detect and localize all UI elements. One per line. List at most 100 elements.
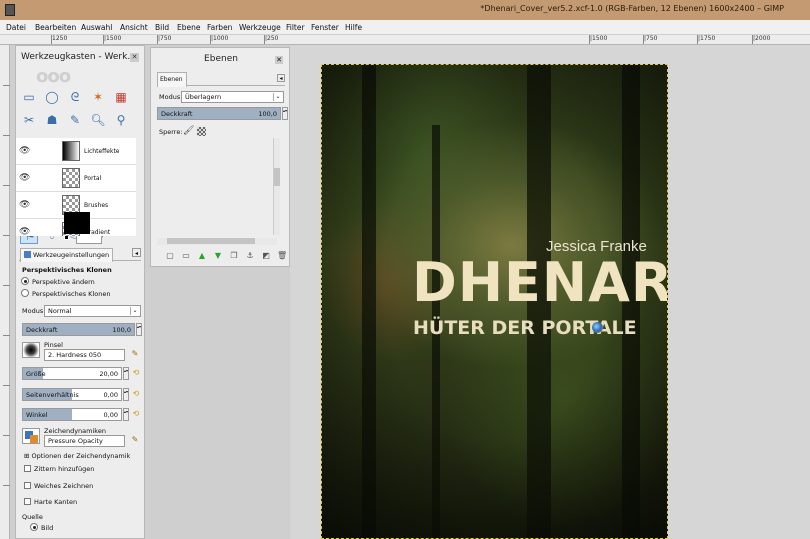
- angle-value: 0,00: [103, 411, 118, 419]
- brush-field[interactable]: 2. Hardness 050: [44, 349, 125, 361]
- brush-preview[interactable]: [22, 342, 40, 358]
- book-cover-canvas[interactable]: Jessica Franke DHENARI HÜTER DER PORTALE: [321, 64, 668, 539]
- paths-icon: ✎: [69, 113, 81, 127]
- menu-filter[interactable]: Filter: [286, 23, 305, 32]
- tab-menu-icon[interactable]: ◂: [132, 248, 141, 257]
- eye-icon[interactable]: 👁︎: [19, 227, 31, 236]
- foreground-color-swatch[interactable]: [64, 212, 90, 234]
- ruler-label: |750: [158, 35, 172, 42]
- reset-angle-icon[interactable]: ⟲: [131, 409, 141, 419]
- layer-opacity-slider[interactable]: Deckkraft 100,0: [157, 107, 281, 120]
- scissors-tool[interactable]: ✂: [20, 111, 38, 129]
- color-picker-tool[interactable]: 🔍︎: [89, 111, 107, 129]
- size-slider[interactable]: Größe 20,00: [22, 367, 122, 380]
- dynamics-value: Pressure Opacity: [48, 437, 103, 445]
- anchor-layer-icon[interactable]: ⚓: [245, 251, 255, 261]
- mode-label: Modus:: [22, 307, 46, 315]
- radio-perspective-clone[interactable]: Perspektivisches Klonen: [21, 289, 110, 298]
- tab-layers[interactable]: Ebenen: [157, 72, 187, 87]
- menu-bearbeiten[interactable]: Bearbeiten: [35, 23, 76, 32]
- layers-vertical-scrollbar[interactable]: [273, 138, 280, 235]
- layer-opacity-spinner[interactable]: ▴▾: [282, 107, 288, 120]
- ruler-label: |1000: [211, 35, 229, 42]
- tab-tool-options[interactable]: Werkzeugeinstellungen: [20, 248, 114, 262]
- angle-slider[interactable]: Winkel 0,00: [22, 408, 122, 421]
- radio-source-image[interactable]: Bild: [30, 523, 53, 532]
- menu-fenster[interactable]: Fenster: [311, 23, 339, 32]
- opacity-value: 100,0: [112, 326, 131, 334]
- reset-aspect-icon[interactable]: ⟲: [131, 389, 141, 399]
- tool-options-tabstrip: Werkzeugeinstellungen ◂: [19, 246, 141, 262]
- mode-value: Normal: [48, 307, 72, 315]
- smooth-checkbox[interactable]: Weiches Zeichnen: [24, 482, 93, 490]
- radio-perspective-modify[interactable]: Perspektive ändern: [21, 277, 95, 286]
- reset-size-icon[interactable]: ⟲: [131, 368, 141, 378]
- eye-icon[interactable]: 👁︎: [19, 173, 31, 183]
- lock-alpha-icon[interactable]: [197, 127, 206, 136]
- dynamics-field[interactable]: Pressure Opacity: [44, 435, 125, 447]
- menu-farben[interactable]: Farben: [207, 23, 232, 32]
- fuzzy-select-tool[interactable]: ✶: [89, 88, 107, 106]
- free-select-tool[interactable]: ᘓ: [66, 88, 84, 106]
- edit-brush-icon[interactable]: ✎: [130, 349, 140, 359]
- vertical-ruler[interactable]: [0, 45, 10, 539]
- layer-opacity-value: 100,0: [258, 110, 277, 118]
- lower-layer-icon[interactable]: ▼: [213, 251, 223, 261]
- menu-auswahl[interactable]: Auswahl: [81, 23, 112, 32]
- raise-layer-icon[interactable]: ▲: [197, 251, 207, 261]
- chevron-down-icon: ⌄: [130, 307, 139, 315]
- mode-select[interactable]: Normal ⌄: [44, 305, 141, 317]
- layer-name: Portal: [84, 175, 102, 182]
- tab-tool-options-label: Werkzeugeinstellungen: [33, 251, 110, 259]
- duplicate-layer-icon[interactable]: ❐: [229, 251, 239, 261]
- menu-werkzeuge[interactable]: Werkzeuge: [239, 23, 281, 32]
- magic-wand-icon: ✶: [92, 90, 104, 104]
- eye-icon[interactable]: 👁︎: [19, 200, 31, 210]
- scissors-icon: ✂: [23, 113, 35, 127]
- ruler-tick: [3, 435, 10, 436]
- aspect-spinner[interactable]: ▴▾: [123, 388, 129, 401]
- new-group-icon[interactable]: ▭: [181, 251, 191, 261]
- foreground-select-tool[interactable]: ☗: [43, 111, 61, 129]
- menu-bild[interactable]: Bild: [155, 23, 169, 32]
- tool-options-title: Perspektivisches Klonen: [22, 266, 112, 274]
- hard-edges-checkbox[interactable]: Harte Kanten: [24, 498, 77, 506]
- ellipse-select-tool[interactable]: ◯: [43, 88, 61, 106]
- rect-select-tool[interactable]: ▭: [20, 88, 38, 106]
- menu-datei[interactable]: Datei: [6, 23, 26, 32]
- lock-pixels-icon[interactable]: 🖌︎: [183, 126, 194, 136]
- color-select-tool[interactable]: ▦: [112, 88, 130, 106]
- color-picker-icon: 🔍︎: [90, 113, 106, 127]
- scrollbar-thumb[interactable]: [167, 238, 255, 244]
- dynamics-options-expander[interactable]: ⊞ Optionen der Zeichendynamik: [24, 452, 130, 460]
- close-icon[interactable]: ✕: [130, 53, 139, 62]
- delete-layer-icon[interactable]: 🗑︎: [277, 251, 287, 261]
- gimp-app-icon[interactable]: [5, 4, 15, 16]
- chevron-down-icon: ⌄: [273, 93, 282, 101]
- menu-ebene[interactable]: Ebene: [177, 23, 200, 32]
- new-layer-icon[interactable]: ▢: [165, 251, 175, 261]
- size-spinner[interactable]: ▴▾: [123, 367, 129, 380]
- tab-menu-icon[interactable]: ◂: [277, 74, 285, 82]
- layer-row-portal[interactable]: 👁︎ Portal: [16, 165, 136, 192]
- ruler-label: |2000: [753, 35, 771, 42]
- menu-hilfe[interactable]: Hilfe: [345, 23, 362, 32]
- paths-tool[interactable]: ✎: [66, 111, 84, 129]
- opacity-slider[interactable]: Deckkraft 100,0: [22, 323, 135, 336]
- mask-layer-icon[interactable]: ◩: [261, 251, 271, 261]
- layer-mode-select[interactable]: Überlagern ⌄: [181, 91, 284, 103]
- scrollbar-thumb[interactable]: [274, 168, 280, 186]
- dynamics-preview[interactable]: [22, 428, 40, 444]
- angle-spinner[interactable]: ▴▾: [123, 408, 129, 421]
- eye-icon[interactable]: 👁︎: [19, 146, 31, 156]
- menu-ansicht[interactable]: Ansicht: [120, 23, 148, 32]
- close-icon[interactable]: ✕: [275, 56, 283, 64]
- opacity-spinner[interactable]: ▴▾: [136, 323, 142, 336]
- horizontal-ruler[interactable]: 1250 |1500 |750 |1000 |250 |1500 |750 |1…: [0, 35, 810, 45]
- edit-dynamics-icon[interactable]: ✎: [130, 435, 140, 445]
- zoom-tool[interactable]: ⚲: [112, 111, 130, 129]
- aspect-slider[interactable]: Seitenverhältnis 0,00: [22, 388, 122, 401]
- layer-row-lichteffekte[interactable]: 👁︎ Lichteffekte: [16, 138, 136, 165]
- layers-horizontal-scrollbar[interactable]: [157, 238, 277, 245]
- jitter-checkbox[interactable]: Zittern hinzufügen: [24, 465, 94, 473]
